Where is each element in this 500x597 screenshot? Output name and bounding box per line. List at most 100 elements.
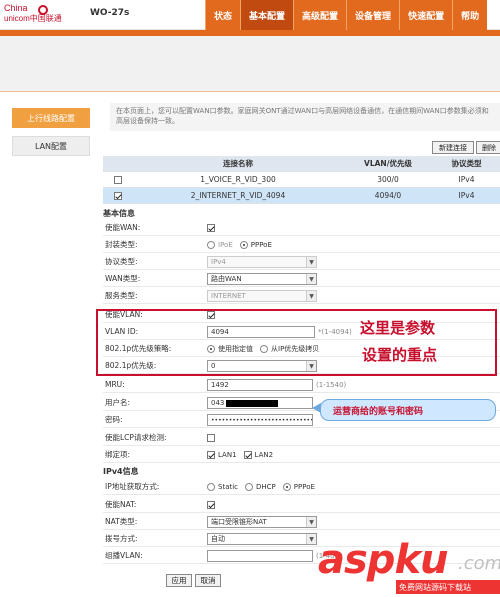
label-lcp: 使能LCP请求检测: (105, 433, 167, 442)
row-lcp: 使能LCP请求检测: (103, 430, 500, 446)
label-ip-mode: IP地址获取方式: (105, 482, 160, 491)
service-type-select[interactable]: INTERNET ▼ (207, 290, 317, 302)
label-encap: 封装类型: (105, 240, 138, 249)
ip-static-label: Static (218, 483, 239, 491)
bind-lan2-checkbox[interactable] (243, 451, 252, 459)
ip-dhcp-radio[interactable] (245, 483, 254, 491)
nav-quick-config[interactable]: 快速配置 (399, 0, 453, 30)
row-enable-wan: 使能WAN: (103, 220, 500, 236)
unicom-logo: China unicom中国联通 (4, 3, 84, 27)
mru-hint: (1-1540) (316, 381, 347, 389)
chevron-down-icon: ▼ (306, 257, 316, 267)
label-dial: 拨号方式: (105, 534, 138, 543)
label-nat-enable: 使能NAT: (105, 500, 137, 509)
ip-dhcp-label: DHCP (256, 483, 276, 491)
cancel-button[interactable]: 取消 (195, 574, 221, 587)
row-service-type: 服务类型: INTERNET ▼ (103, 288, 500, 304)
ip-pppoe-radio[interactable] (282, 483, 291, 491)
bind-lan1-label: LAN1 (218, 451, 237, 459)
watermark-domain: .com (458, 553, 500, 574)
label-password: 密码: (105, 415, 123, 424)
watermark-logo: aspku (318, 537, 449, 583)
table-row[interactable]: 2_INTERNET_R_VID_4094 4094/0 IPv4 (103, 188, 500, 204)
password-input[interactable]: ••••••••••••••••••••••••••••••••••••••• (207, 414, 313, 426)
nav-basic-config[interactable]: 基本配置 (240, 0, 294, 30)
nav-device-management[interactable]: 设备管理 (346, 0, 400, 30)
username-input[interactable]: 043 (207, 397, 313, 409)
label-service-type: 服务类型: (105, 291, 138, 300)
bind-lan2-label: LAN2 (254, 451, 274, 459)
ip-static-radio[interactable] (207, 483, 215, 491)
label-nat-type: NAT类型: (105, 517, 138, 526)
encap-pppoe-radio[interactable] (239, 241, 248, 249)
row-proto: IPv4 (458, 191, 475, 200)
label-protocol: 协议类型: (105, 257, 138, 266)
callout-bubble: 运营商给的账号和密码 (320, 399, 496, 421)
subnav-band (0, 36, 500, 92)
redaction-bar (226, 399, 279, 407)
label-username: 用户名: (105, 398, 131, 407)
label-enable-wan: 使能WAN: (105, 223, 141, 232)
apply-button[interactable]: 应用 (166, 574, 192, 587)
nav-help[interactable]: 帮助 (452, 0, 488, 30)
mcast-vlan-input[interactable] (207, 550, 313, 562)
row-binding: 绑定项: LAN1 LAN2 (103, 447, 500, 463)
annotation-line2: 设置的重点 (362, 346, 438, 364)
page-description: 在本页面上，您可以配置WAN口参数。家庭网关ONT通过WAN口与高层网络设备通信… (110, 103, 500, 131)
ip-pppoe-label: PPPoE (293, 483, 315, 491)
watermark-tagline: 免费网站源码下载站 (396, 580, 500, 594)
chevron-down-icon: ▼ (306, 274, 316, 284)
wan-type-select[interactable]: 路由WAN ▼ (207, 273, 317, 285)
logo-text-china: China (4, 3, 28, 13)
row-protocol: 协议类型: IPv4 ▼ (103, 254, 500, 270)
device-model: WO-27s (90, 8, 130, 18)
chevron-down-icon: ▼ (306, 517, 316, 527)
row-vlan: 4094/0 (374, 191, 402, 200)
main-nav: 状态 基本配置 高级配置 设备管理 快速配置 帮助 (205, 0, 488, 30)
protocol-select[interactable]: IPv4 ▼ (207, 256, 317, 268)
row-nat-type: NAT类型: 端口受限锥形NAT ▼ (103, 514, 500, 530)
row-wan-type: WAN类型: 路由WAN ▼ (103, 271, 500, 287)
label-wan-type: WAN类型: (105, 274, 141, 283)
table-header: 连接名称 VLAN/优先级 协议类型 (103, 156, 500, 172)
row-name: 1_VOICE_R_VID_300 (200, 175, 276, 184)
chevron-down-icon: ▼ (306, 534, 316, 544)
enable-wan-checkbox[interactable] (207, 224, 215, 232)
header-connection-name: 连接名称 (223, 159, 253, 168)
nav-status[interactable]: 状态 (205, 0, 241, 30)
label-binding: 绑定项: (105, 450, 131, 459)
mru-input[interactable]: 1492 (207, 379, 313, 391)
table-row[interactable]: 1_VOICE_R_VID_300 300/0 IPv4 (103, 172, 500, 188)
header-vlan-priority: VLAN/优先级 (364, 159, 412, 168)
top-header: China unicom中国联通 WO-27s 状态 基本配置 高级配置 设备管… (0, 0, 500, 30)
encap-ipoe-label: IPoE (218, 241, 233, 249)
row-encap: 封装类型: IPoE PPPoE (103, 237, 500, 253)
encap-pppoe-label: PPPoE (250, 241, 272, 249)
logo-text-unicom: unicom中国联通 (4, 14, 62, 23)
delete-button[interactable]: 删除 (476, 141, 500, 154)
row-checkbox[interactable] (114, 175, 122, 184)
label-mcast-vlan: 组播VLAN: (105, 551, 143, 560)
nat-type-select[interactable]: 端口受限锥形NAT ▼ (207, 516, 317, 528)
annotation-line1: 这里是参数 (360, 319, 436, 337)
row-proto: IPv4 (458, 175, 475, 184)
dial-select[interactable]: 自动 ▼ (207, 533, 317, 545)
bind-lan1-checkbox[interactable] (207, 451, 215, 459)
lcp-checkbox[interactable] (207, 434, 215, 442)
section-basic-info: 基本信息 (103, 209, 135, 218)
row-vlan: 300/0 (377, 175, 399, 184)
sidebar-item-uplink[interactable]: 上行线路配置 (12, 108, 90, 128)
new-connection-button[interactable]: 新建连接 (432, 141, 474, 154)
sidebar-item-lan[interactable]: LAN配置 (12, 136, 90, 156)
chevron-down-icon: ▼ (306, 291, 316, 301)
section-ipv4-info: IPv4信息 (103, 467, 139, 476)
nav-advanced-config[interactable]: 高级配置 (293, 0, 347, 30)
row-checkbox[interactable] (114, 191, 122, 200)
encap-ipoe-radio[interactable] (207, 241, 215, 249)
row-mru: MRU: 1492 (1-1540) (103, 377, 500, 393)
connection-table: 连接名称 VLAN/优先级 协议类型 1_VOICE_R_VID_300 300… (103, 156, 500, 204)
divider (0, 91, 500, 92)
nat-enable-checkbox[interactable] (207, 501, 215, 509)
header-protocol: 协议类型 (451, 159, 482, 168)
row-ip-mode: IP地址获取方式: Static DHCP PPPoE (103, 479, 500, 495)
